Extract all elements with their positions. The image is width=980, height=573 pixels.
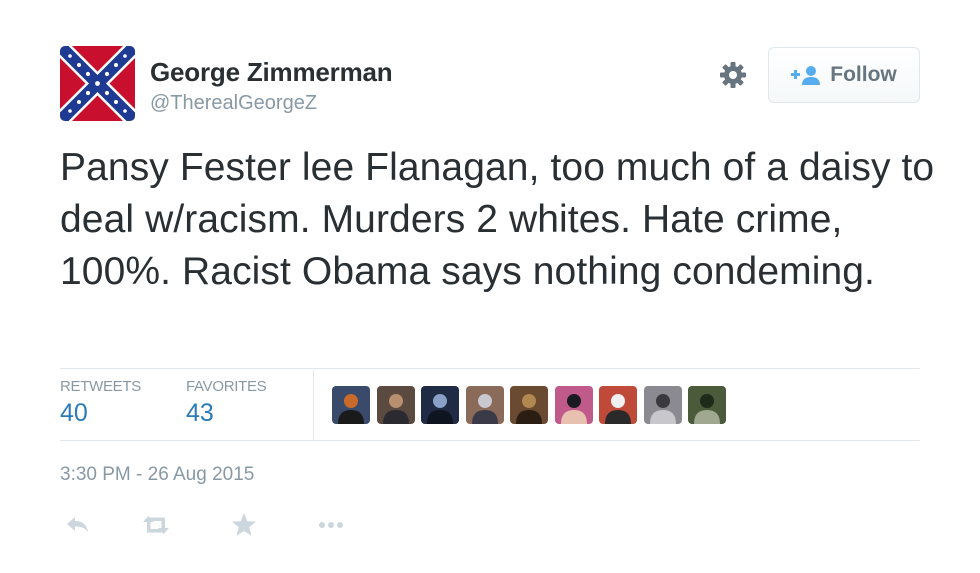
user-avatar[interactable]	[60, 46, 135, 121]
user-fullname[interactable]: George Zimmerman	[150, 57, 393, 88]
reply-icon[interactable]	[60, 507, 96, 543]
favorites-label: FAVORITES	[186, 378, 267, 395]
favoriter-avatar-8[interactable]	[644, 386, 682, 424]
favoriter-avatar-1[interactable]	[332, 386, 370, 424]
add-user-icon	[791, 66, 821, 85]
confederate-flag-avatar	[60, 46, 135, 121]
retweet-icon[interactable]	[138, 507, 174, 543]
retweets-label: RETWEETS	[60, 378, 141, 395]
follow-label: Follow	[830, 63, 897, 86]
retweets-count: 40	[60, 399, 88, 427]
tweet-text: Pansy Fester lee Flanagan, too much of a…	[60, 146, 935, 293]
favorites-count: 43	[186, 399, 214, 427]
more-icon[interactable]	[314, 507, 350, 543]
retweets-stat[interactable]: RETWEETS 40	[60, 378, 141, 428]
favoriter-avatar-4[interactable]	[466, 386, 504, 424]
favoriter-avatar-5[interactable]	[510, 386, 548, 424]
stats-divider-top	[60, 368, 920, 369]
tweet-card: George Zimmerman @TherealGeorgeZ Follow …	[0, 0, 980, 573]
stats-divider-bottom	[60, 440, 920, 441]
favoriter-avatar-7[interactable]	[599, 386, 637, 424]
favoriter-avatar-3[interactable]	[421, 386, 459, 424]
follow-button[interactable]: Follow	[768, 47, 920, 103]
favorites-stat[interactable]: FAVORITES 43	[186, 378, 267, 428]
tweet-timestamp[interactable]: 3:30 PM - 26 Aug 2015	[60, 464, 254, 486]
gear-icon[interactable]	[718, 60, 748, 90]
favorite-icon[interactable]	[226, 507, 262, 543]
user-handle[interactable]: @TherealGeorgeZ	[150, 92, 317, 115]
favoriter-avatar-2[interactable]	[377, 386, 415, 424]
favoriter-avatar-9[interactable]	[688, 386, 726, 424]
favoriter-avatar-6[interactable]	[555, 386, 593, 424]
stats-separator	[313, 370, 314, 440]
